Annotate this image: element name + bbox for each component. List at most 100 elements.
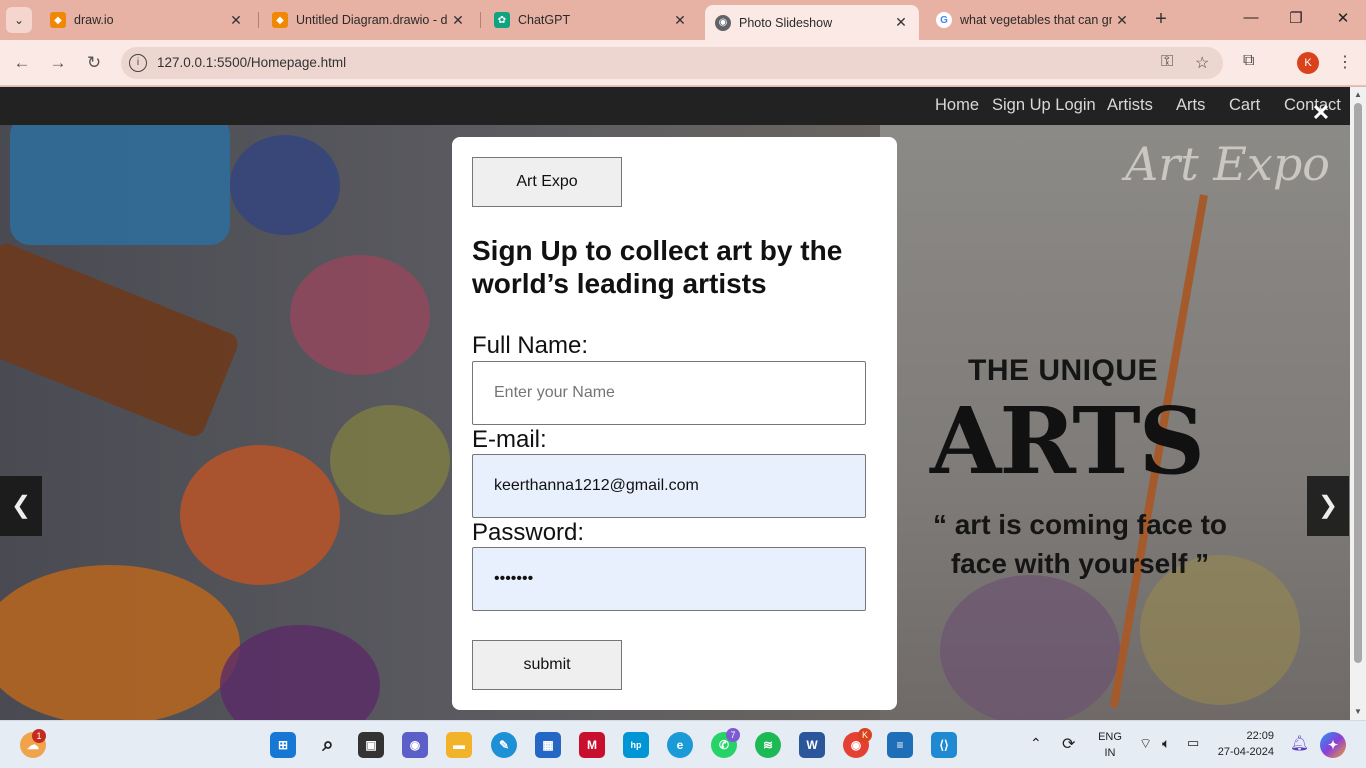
spotify-icon[interactable]: ≋ <box>755 732 781 758</box>
tab-chatgpt[interactable]: ✿ ChatGPT ✕ <box>484 5 698 35</box>
hero-line-unique: THE UNIQUE <box>968 354 1159 387</box>
paint-ochre-well <box>0 565 240 720</box>
email-label: E-mail: <box>472 426 547 453</box>
paint-blue-well <box>10 125 230 245</box>
extensions-puzzle-icon[interactable]: ⧉ <box>1243 52 1254 70</box>
wifi-icon[interactable]: ⌔ <box>1139 735 1152 753</box>
password-input[interactable] <box>472 547 866 611</box>
nav-arts[interactable]: Arts <box>1176 96 1205 115</box>
tab-search-chevron-icon[interactable]: ⌄ <box>6 7 32 33</box>
teams-chat-icon[interactable]: ◉ <box>402 732 428 758</box>
tab-google-search[interactable]: G what vegetables that can gr ✕ <box>926 5 1140 35</box>
nav-home[interactable]: Home <box>935 96 979 115</box>
weather-badge: 1 <box>32 729 46 743</box>
volume-icon[interactable]: 🔈︎ <box>1162 735 1170 752</box>
battery-icon[interactable]: ▭ <box>1187 735 1199 751</box>
tab-untitled-diagram[interactable]: ◆ Untitled Diagram.drawio - d ✕ <box>262 5 476 35</box>
profile-avatar[interactable]: K <box>1297 52 1319 74</box>
tab-close-icon[interactable]: ✕ <box>1112 12 1132 29</box>
word-icon[interactable]: W <box>799 732 825 758</box>
tab-title: Photo Slideshow <box>739 15 833 30</box>
browser-menu-icon[interactable]: ⋮ <box>1337 52 1353 72</box>
edge-browser-icon[interactable]: e <box>667 732 693 758</box>
paintbrush-image <box>0 240 242 440</box>
scrollbar-thumb[interactable] <box>1354 103 1362 663</box>
copilot-pre-icon[interactable]: ✦ <box>1320 732 1346 758</box>
vscode-icon[interactable]: ⟨⟩ <box>931 732 957 758</box>
paint-indigo-well <box>230 135 340 235</box>
search-icon[interactable]: ⌕ <box>315 732 341 758</box>
address-bar[interactable]: i 127.0.0.1:5500/Homepage.html ⚿ ☆ <box>121 47 1223 79</box>
notification-bell-icon[interactable]: 🔔︎ <box>1290 734 1309 752</box>
nav-artists[interactable]: Artists <box>1107 96 1153 115</box>
email-input[interactable] <box>472 454 866 518</box>
whatsapp-badge: 7 <box>726 728 740 742</box>
language-top[interactable]: ENG <box>1097 731 1123 743</box>
tab-close-icon[interactable]: ✕ <box>891 14 911 31</box>
paint-magenta-well <box>290 255 430 375</box>
minimize-icon[interactable]: — <box>1236 9 1266 26</box>
paint-yellow-well <box>330 405 450 515</box>
tab-close-icon[interactable]: ✕ <box>448 12 468 29</box>
mcafee-icon[interactable]: M <box>579 732 605 758</box>
url-text[interactable]: 127.0.0.1:5500/Homepage.html <box>157 55 346 70</box>
copilot-icon[interactable]: ✎ <box>491 732 517 758</box>
submit-button[interactable]: submit <box>472 640 622 690</box>
drawio-icon: ◆ <box>50 12 66 28</box>
full-name-input[interactable] <box>472 361 866 425</box>
chrome-profile-badge: K <box>858 728 872 742</box>
signup-heading: Sign Up to collect art by the world’s le… <box>472 235 843 299</box>
globe-icon: ◉ <box>715 14 731 31</box>
windows-start-icon[interactable]: ⊞ <box>270 732 296 758</box>
modal-close-icon[interactable]: ✕ <box>1311 102 1331 124</box>
page-scrollbar[interactable]: ▲ ▼ <box>1350 87 1366 720</box>
restore-icon[interactable]: ❐ <box>1281 9 1311 27</box>
drawio-file-icon: ◆ <box>272 12 288 28</box>
password-key-icon[interactable]: ⚿ <box>1161 53 1173 71</box>
window-close-icon[interactable]: ✕ <box>1328 9 1358 27</box>
file-explorer-icon[interactable]: ▬ <box>446 732 472 758</box>
nav-cart[interactable]: Cart <box>1229 96 1260 115</box>
nav-signup-login[interactable]: Sign Up Login <box>992 96 1096 115</box>
new-tab-plus-icon[interactable]: + <box>1150 8 1172 30</box>
sync-icon[interactable]: ⟳ <box>1062 734 1075 754</box>
hero-quote: “ art is coming face to face with yourse… <box>932 509 1228 579</box>
microsoft-store-icon[interactable]: ▦ <box>535 732 561 758</box>
clock-time[interactable]: 22:09 <box>1214 730 1274 742</box>
reload-icon[interactable]: ↻ <box>82 51 106 75</box>
tab-close-icon[interactable]: ✕ <box>670 12 690 29</box>
chatgpt-icon: ✿ <box>494 12 510 28</box>
tab-photo-slideshow[interactable]: ◉ Photo Slideshow ✕ <box>705 5 919 40</box>
language-bottom[interactable]: IN <box>1097 747 1123 759</box>
myhp-icon[interactable]: hp <box>623 732 649 758</box>
site-info-icon[interactable]: i <box>129 54 147 72</box>
slide-prev-button[interactable]: ❮ <box>0 476 42 536</box>
notepad-icon[interactable]: ≡ <box>887 732 913 758</box>
full-name-label: Full Name: <box>472 332 589 359</box>
tab-title: what vegetables that can gr <box>960 13 1112 27</box>
hero-brand-script: Art Expo <box>1125 137 1330 191</box>
windows-taskbar: ☁ 1 ⊞ ⌕ ▣ ◉ ▬ ✎ ▦ M hp e ✆ 7 ≋ W ◉ K ≡ ⟨… <box>0 720 1366 768</box>
password-label: Password: <box>472 519 585 546</box>
tab-close-icon[interactable]: ✕ <box>226 12 246 29</box>
tray-overflow-chevron-icon[interactable]: ⌃ <box>1030 735 1042 752</box>
back-arrow-icon[interactable]: ← <box>10 51 34 75</box>
scroll-up-arrow-icon[interactable]: ▲ <box>1350 90 1366 99</box>
art-expo-button[interactable]: Art Expo <box>472 157 622 207</box>
watercolor-flower <box>940 575 1120 720</box>
scroll-down-arrow-icon[interactable]: ▼ <box>1350 707 1366 716</box>
signup-modal: Art Expo Sign Up to collect art by the w… <box>452 137 897 710</box>
tab-title: Untitled Diagram.drawio - d <box>296 13 448 27</box>
site-navbar: Home Sign Up Login Artists Arts Cart Con… <box>0 87 1350 125</box>
paint-purple-well <box>220 625 380 720</box>
bookmark-star-icon[interactable]: ☆ <box>1195 53 1209 73</box>
forward-arrow-icon[interactable]: → <box>46 51 70 75</box>
clock-date[interactable]: 27-04-2024 <box>1204 746 1274 758</box>
slide-next-button[interactable]: ❯ <box>1307 476 1349 536</box>
google-icon: G <box>936 12 952 28</box>
task-view-icon[interactable]: ▣ <box>358 732 384 758</box>
tab-title: ChatGPT <box>518 13 571 27</box>
tab-title: draw.io <box>74 13 114 27</box>
tab-drawio[interactable]: ◆ draw.io ✕ <box>40 5 254 35</box>
paint-orange-well <box>180 445 340 585</box>
